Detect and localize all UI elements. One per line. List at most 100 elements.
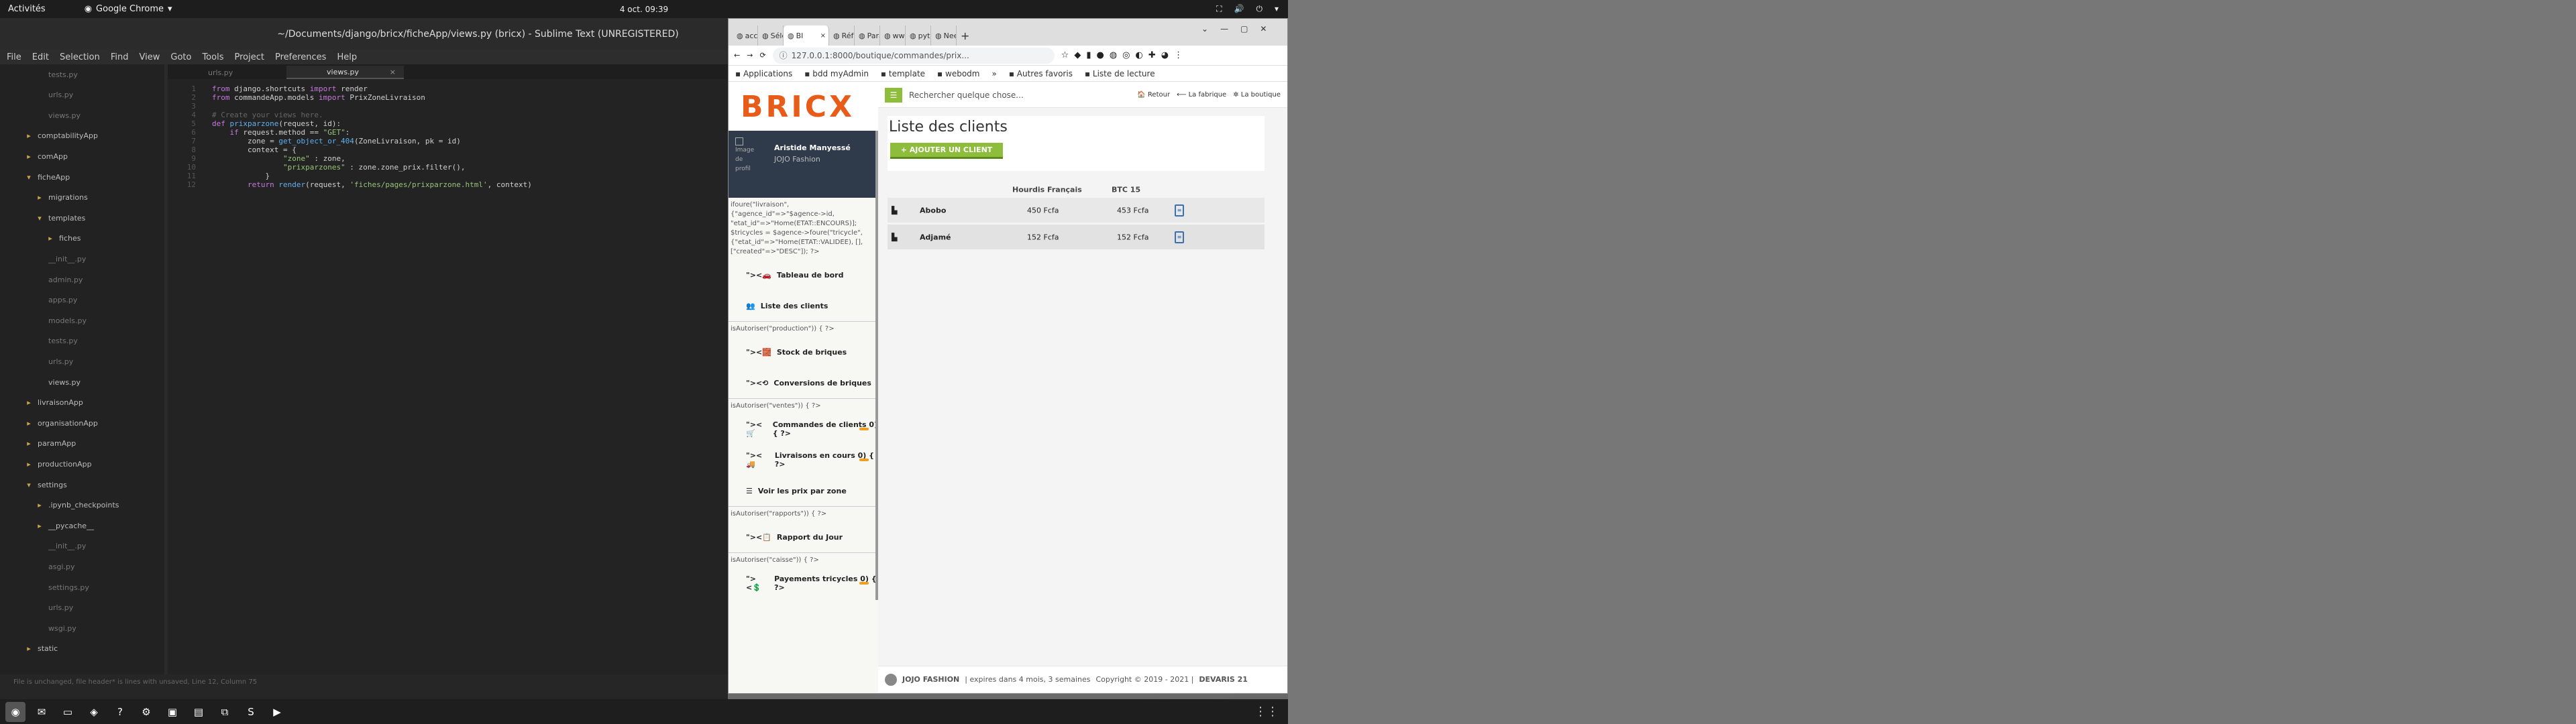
close-icon[interactable]: ✕ [1260, 24, 1267, 34]
bookmark-item[interactable]: ▪ Autres favoris [1009, 69, 1073, 78]
sidebar-item[interactable]: ▸ livraisonApp [24, 397, 185, 409]
code-line[interactable]: from commandeApp.models import PrixZoneL… [212, 93, 425, 102]
address-bar[interactable]: ⓘ 127.0.0.1:8000/boutique/commandes/prix.… [772, 47, 1055, 64]
browser-tab[interactable]: ◍acco× [733, 25, 758, 46]
menu-item-help[interactable]: Help [337, 52, 357, 62]
nav-item[interactable]: "><💲 Payements tricycles 0) { ?> [729, 568, 878, 599]
code-line[interactable]: } [212, 172, 270, 180]
table-row[interactable]: ▙ Adjamé 152 Fcfa 152 Fcfa ≡ [888, 225, 1265, 251]
sidebar-item[interactable]: ▸ paramApp [24, 438, 185, 450]
bookmark-item[interactable]: ▪ Applications [735, 69, 792, 78]
code-line[interactable]: context = { [212, 145, 297, 154]
menu-item-view[interactable]: View [140, 52, 160, 62]
sidebar-item[interactable]: ▸ comApp [24, 150, 185, 162]
code-line[interactable]: return render(request, 'fiches/pages/pri… [212, 180, 532, 189]
back-link[interactable]: 🏠 Retour [1137, 91, 1170, 99]
puzzle-icon[interactable]: ✚ [1148, 50, 1156, 60]
brand-logo[interactable]: BRICX [729, 82, 878, 131]
system-tray[interactable]: ⛶ 🔊 ⏻ ▾ [1216, 4, 1279, 14]
nav-item[interactable]: ☰ Voir les prix par zone [729, 475, 878, 506]
chrome-icon[interactable]: ◉ [5, 701, 25, 722]
browser-tab[interactable]: ◍Séle× [758, 25, 784, 46]
terminal-icon[interactable]: ▶ [267, 702, 287, 722]
sidebar-item[interactable]: ▸ static [24, 643, 185, 655]
maximize-icon[interactable]: ▢ [1240, 24, 1248, 34]
menu-item-project[interactable]: Project [234, 52, 264, 62]
app-menu[interactable]: ◉ Google Chrome ▾ [85, 4, 172, 14]
extension-icon[interactable]: ● [1096, 50, 1104, 60]
nav-item[interactable]: "><🚚 Livraisons en cours 0) { ?> [729, 444, 878, 475]
app-sidebar[interactable]: BRICX Image de profil Aristide Manyessé … [729, 82, 878, 693]
code-line[interactable]: zone = get_object_or_404(ZoneLivraison, … [212, 137, 461, 145]
code-line[interactable]: "prixparzones" : zone.zone_prix.filter()… [212, 163, 466, 172]
browser-tab[interactable]: ◍Para× [855, 25, 880, 46]
search-input[interactable]: Rechercher quelque chose... [909, 90, 1083, 100]
settings-icon[interactable]: ⚙ [136, 702, 156, 722]
sidebar-item[interactable]: ▸ productionApp [24, 458, 185, 470]
code-line[interactable]: if request.method == "GET": [212, 128, 350, 137]
back-icon[interactable]: ← [734, 51, 740, 60]
document-icon[interactable]: ≡ [1175, 231, 1184, 243]
browser-tab[interactable]: ◍pyth× [906, 25, 931, 46]
tab-search-icon[interactable]: ⌄ [1201, 24, 1208, 34]
shop-link[interactable]: ✲ La boutique [1233, 91, 1281, 99]
bookmark-item[interactable]: ▪ template [881, 69, 925, 78]
clock[interactable]: 4 oct. 09:39 [620, 5, 668, 14]
browser-tab[interactable]: ◍www× [880, 25, 906, 46]
document-icon[interactable]: ≡ [1175, 204, 1184, 217]
kebab-menu-icon[interactable]: ⋮ [1174, 50, 1183, 60]
help-icon[interactable]: ? [110, 702, 130, 722]
forward-icon[interactable]: → [747, 51, 753, 60]
code-line[interactable]: def prixparzone(request, id): [212, 119, 341, 128]
nav-item[interactable]: "><📋 Rapport du Jour [729, 522, 878, 552]
sidebar-item[interactable]: ▸ organisationApp [24, 417, 185, 429]
extension-icon[interactable]: ◎ [1122, 50, 1130, 60]
close-icon[interactable]: × [820, 32, 826, 40]
table-row[interactable]: ▙ Abobo 450 Fcfa 453 Fcfa ≡ [888, 198, 1265, 225]
code-line[interactable]: # Create your views here. [212, 111, 323, 119]
menu-item-preferences[interactable]: Preferences [275, 52, 326, 62]
menu-item-edit[interactable]: Edit [32, 52, 49, 62]
sidebar-item[interactable]: ▾ settings [24, 479, 185, 491]
reload-icon[interactable]: ⟳ [759, 51, 765, 60]
store-icon[interactable]: ▣ [162, 702, 182, 722]
app-grid-icon[interactable]: ⋮⋮ [1254, 705, 1279, 719]
menu-toggle-button[interactable]: ☰ [885, 87, 902, 103]
nav-item[interactable]: "><🚗 Tableau de bord [729, 259, 878, 290]
code-line[interactable]: from django.shortcuts import render [212, 84, 368, 93]
files-icon[interactable]: ▭ [58, 702, 78, 722]
factory-link[interactable]: ⟵ La fabrique [1177, 91, 1226, 99]
menu-item-selection[interactable]: Selection [60, 52, 100, 62]
menu-item-goto[interactable]: Goto [170, 52, 191, 62]
bookmark-item[interactable]: ▪ webodm [937, 69, 979, 78]
thunderbird-icon[interactable]: ✉ [32, 702, 52, 722]
nav-item[interactable]: "><🛒 Commandes de clients 0) { ?> [729, 414, 878, 444]
bookmark-item[interactable]: ▪ Liste de lecture [1085, 69, 1155, 78]
sidebar-item[interactable]: ▾ ficheApp [24, 171, 185, 183]
sublime-icon[interactable]: S [241, 702, 261, 722]
add-client-button[interactable]: + AJOUTER UN CLIENT [890, 143, 1003, 159]
star-icon[interactable]: ☆ [1061, 50, 1069, 60]
extension-icon[interactable]: ◆ [1074, 50, 1081, 60]
tab-views-py[interactable]: views.py × [286, 66, 404, 79]
file-sidebar[interactable]: tests.py urls.py views.py ▸ comptabilityAp… [0, 64, 182, 674]
tab-urls-py[interactable]: urls.py [168, 66, 285, 79]
nav-item[interactable]: "><🧱 Stock de briques [729, 337, 878, 367]
browser-tab[interactable]: ◍ BI × [784, 25, 829, 46]
extension-icon[interactable]: ▮ [1086, 50, 1091, 60]
menu-item-find[interactable]: Find [111, 52, 129, 62]
extension-icon[interactable]: ◐ [1136, 50, 1143, 60]
code-editor[interactable]: urls.py views.py × 1 from django.shortcuts … [168, 64, 728, 674]
activities-button[interactable]: Activités [8, 4, 46, 14]
profile-icon[interactable]: ◕ [1161, 50, 1169, 60]
minimize-icon[interactable]: — [1220, 24, 1228, 34]
nav-item[interactable]: "><⟲ Conversions de briques [729, 367, 878, 398]
extension-icon[interactable]: ◍ [1110, 50, 1117, 60]
browser-tab[interactable]: ◍Réfé× [829, 25, 855, 46]
app-icon[interactable]: ◈ [84, 702, 104, 722]
document-icon[interactable]: ▤ [189, 702, 209, 722]
code-line[interactable]: "zone" : zone, [212, 154, 345, 163]
sidebar-item[interactable]: ▸ comptabilityApp [24, 130, 185, 142]
menu-item-file[interactable]: File [7, 52, 21, 62]
menu-item-tools[interactable]: Tools [202, 52, 223, 62]
